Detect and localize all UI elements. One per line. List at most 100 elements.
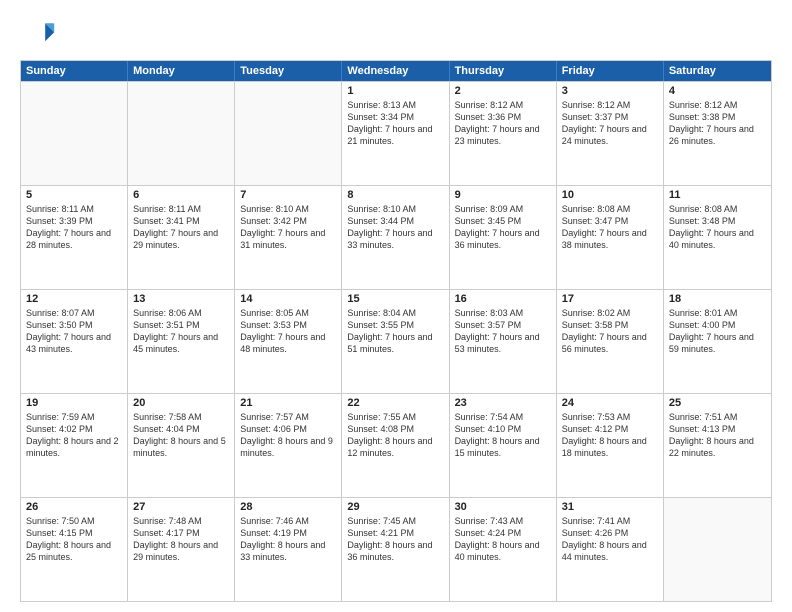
calendar-cell: 9Sunrise: 8:09 AMSunset: 3:45 PMDaylight… — [450, 186, 557, 289]
cell-text: Sunrise: 8:03 AMSunset: 3:57 PMDaylight:… — [455, 307, 551, 356]
day-number: 8 — [347, 189, 443, 201]
calendar-header: SundayMondayTuesdayWednesdayThursdayFrid… — [21, 61, 771, 81]
calendar-cell: 23 Sunrise: 7:54 AMSunset: 4:10 PMDayligh… — [450, 394, 557, 497]
cell-text: Sunrise: 7:54 AMSunset: 4:10 PMDaylight:… — [455, 411, 551, 460]
calendar-cell — [21, 82, 128, 185]
calendar-cell: 25 Sunrise: 7:51 AMSunset: 4:13 PMDayligh… — [664, 394, 771, 497]
calendar-cell: 24Sunrise: 7:53 AMSunset: 4:12 PMDayligh… — [557, 394, 664, 497]
calendar-row: 12 Sunrise: 8:07 AMSunset: 3:50 PMDayligh… — [21, 289, 771, 393]
day-number: 3 — [562, 85, 658, 97]
cell-text: Sunrise: 8:12 AMSunset: 3:36 PMDaylight:… — [455, 99, 551, 148]
cell-text: Sunrise: 7:41 AMSunset: 4:26 PMDaylight:… — [562, 515, 658, 564]
day-number: 1 — [347, 85, 443, 97]
cell-text: Sunrise: 7:55 AMSunset: 4:08 PMDaylight:… — [347, 411, 443, 460]
calendar-row: 19 Sunrise: 7:59 AMSunset: 4:02 PMDayligh… — [21, 393, 771, 497]
cell-text: Sunrise: 7:48 AMSunset: 4:17 PMDaylight:… — [133, 515, 229, 564]
calendar-cell: 29Sunrise: 7:45 AMSunset: 4:21 PMDayligh… — [342, 498, 449, 601]
cell-text: Sunrise: 7:58 AMSunset: 4:04 PMDaylight:… — [133, 411, 229, 460]
weekday-header: Thursday — [450, 61, 557, 81]
cell-text: Sunrise: 8:05 AMSunset: 3:53 PMDaylight:… — [240, 307, 336, 356]
calendar-cell — [664, 498, 771, 601]
logo-icon — [20, 16, 56, 52]
day-number: 11 — [669, 189, 766, 201]
header — [20, 16, 772, 52]
day-number: 14 — [240, 293, 336, 305]
cell-text: Sunrise: 7:46 AMSunset: 4:19 PMDaylight:… — [240, 515, 336, 564]
day-number: 7 — [240, 189, 336, 201]
day-number: 17 — [562, 293, 658, 305]
calendar-row: 26Sunrise: 7:50 AMSunset: 4:15 PMDayligh… — [21, 497, 771, 601]
calendar-cell: 3 Sunrise: 8:12 AMSunset: 3:37 PMDaylight… — [557, 82, 664, 185]
day-number: 16 — [455, 293, 551, 305]
calendar-cell: 2 Sunrise: 8:12 AMSunset: 3:36 PMDaylight… — [450, 82, 557, 185]
calendar-row: 5Sunrise: 8:11 AMSunset: 3:39 PMDaylight… — [21, 185, 771, 289]
cell-text: Sunrise: 8:10 AMSunset: 3:44 PMDaylight:… — [347, 203, 443, 252]
cell-text: Sunrise: 8:11 AMSunset: 3:41 PMDaylight:… — [133, 203, 229, 252]
logo — [20, 16, 60, 52]
cell-text: Sunrise: 7:50 AMSunset: 4:15 PMDaylight:… — [26, 515, 122, 564]
calendar-cell: 10 Sunrise: 8:08 AMSunset: 3:47 PMDayligh… — [557, 186, 664, 289]
cell-text: Sunrise: 8:04 AMSunset: 3:55 PMDaylight:… — [347, 307, 443, 356]
calendar-cell — [235, 82, 342, 185]
weekday-header: Saturday — [664, 61, 771, 81]
day-number: 31 — [562, 501, 658, 513]
day-number: 20 — [133, 397, 229, 409]
cell-text: Sunrise: 8:01 AMSunset: 4:00 PMDaylight:… — [669, 307, 766, 356]
calendar-cell: 14 Sunrise: 8:05 AMSunset: 3:53 PMDayligh… — [235, 290, 342, 393]
cell-text: Sunrise: 8:12 AMSunset: 3:37 PMDaylight:… — [562, 99, 658, 148]
cell-text: Sunrise: 8:02 AMSunset: 3:58 PMDaylight:… — [562, 307, 658, 356]
calendar-row: 1 Sunrise: 8:13 AMSunset: 3:34 PMDaylight… — [21, 81, 771, 185]
calendar-cell: 15 Sunrise: 8:04 AMSunset: 3:55 PMDayligh… — [342, 290, 449, 393]
calendar-cell: 17 Sunrise: 8:02 AMSunset: 3:58 PMDayligh… — [557, 290, 664, 393]
calendar-cell: 26Sunrise: 7:50 AMSunset: 4:15 PMDayligh… — [21, 498, 128, 601]
calendar-cell: 1 Sunrise: 8:13 AMSunset: 3:34 PMDaylight… — [342, 82, 449, 185]
weekday-header: Tuesday — [235, 61, 342, 81]
calendar-cell: 16 Sunrise: 8:03 AMSunset: 3:57 PMDayligh… — [450, 290, 557, 393]
cell-text: Sunrise: 8:06 AMSunset: 3:51 PMDaylight:… — [133, 307, 229, 356]
calendar-cell: 28 Sunrise: 7:46 AMSunset: 4:19 PMDayligh… — [235, 498, 342, 601]
day-number: 27 — [133, 501, 229, 513]
calendar: SundayMondayTuesdayWednesdayThursdayFrid… — [20, 60, 772, 602]
calendar-cell: 13 Sunrise: 8:06 AMSunset: 3:51 PMDayligh… — [128, 290, 235, 393]
day-number: 30 — [455, 501, 551, 513]
calendar-cell: 5Sunrise: 8:11 AMSunset: 3:39 PMDaylight… — [21, 186, 128, 289]
cell-text: Sunrise: 8:12 AMSunset: 3:38 PMDaylight:… — [669, 99, 766, 148]
weekday-header: Friday — [557, 61, 664, 81]
weekday-header: Monday — [128, 61, 235, 81]
weekday-header: Wednesday — [342, 61, 449, 81]
cell-text: Sunrise: 7:43 AMSunset: 4:24 PMDaylight:… — [455, 515, 551, 564]
day-number: 18 — [669, 293, 766, 305]
calendar-cell: 21Sunrise: 7:57 AMSunset: 4:06 PMDayligh… — [235, 394, 342, 497]
day-number: 23 — [455, 397, 551, 409]
day-number: 25 — [669, 397, 766, 409]
calendar-cell: 6 Sunrise: 8:11 AMSunset: 3:41 PMDaylight… — [128, 186, 235, 289]
day-number: 2 — [455, 85, 551, 97]
cell-text: Sunrise: 7:51 AMSunset: 4:13 PMDaylight:… — [669, 411, 766, 460]
calendar-cell: 31 Sunrise: 7:41 AMSunset: 4:26 PMDayligh… — [557, 498, 664, 601]
day-number: 24 — [562, 397, 658, 409]
calendar-cell: 27 Sunrise: 7:48 AMSunset: 4:17 PMDayligh… — [128, 498, 235, 601]
day-number: 28 — [240, 501, 336, 513]
day-number: 10 — [562, 189, 658, 201]
cell-text: Sunrise: 7:45 AMSunset: 4:21 PMDaylight:… — [347, 515, 443, 564]
calendar-cell: 7 Sunrise: 8:10 AMSunset: 3:42 PMDaylight… — [235, 186, 342, 289]
weekday-header: Sunday — [21, 61, 128, 81]
cell-text: Sunrise: 8:08 AMSunset: 3:47 PMDaylight:… — [562, 203, 658, 252]
cell-text: Sunrise: 8:13 AMSunset: 3:34 PMDaylight:… — [347, 99, 443, 148]
day-number: 15 — [347, 293, 443, 305]
day-number: 5 — [26, 189, 122, 201]
calendar-cell: 12 Sunrise: 8:07 AMSunset: 3:50 PMDayligh… — [21, 290, 128, 393]
calendar-cell: 30 Sunrise: 7:43 AMSunset: 4:24 PMDayligh… — [450, 498, 557, 601]
day-number: 4 — [669, 85, 766, 97]
cell-text: Sunrise: 8:09 AMSunset: 3:45 PMDaylight:… — [455, 203, 551, 252]
page: SundayMondayTuesdayWednesdayThursdayFrid… — [0, 0, 792, 612]
cell-text: Sunrise: 7:59 AMSunset: 4:02 PMDaylight:… — [26, 411, 122, 460]
cell-text: Sunrise: 8:07 AMSunset: 3:50 PMDaylight:… — [26, 307, 122, 356]
day-number: 6 — [133, 189, 229, 201]
day-number: 12 — [26, 293, 122, 305]
day-number: 19 — [26, 397, 122, 409]
cell-text: Sunrise: 8:10 AMSunset: 3:42 PMDaylight:… — [240, 203, 336, 252]
calendar-cell — [128, 82, 235, 185]
day-number: 13 — [133, 293, 229, 305]
calendar-cell: 11Sunrise: 8:08 AMSunset: 3:48 PMDayligh… — [664, 186, 771, 289]
